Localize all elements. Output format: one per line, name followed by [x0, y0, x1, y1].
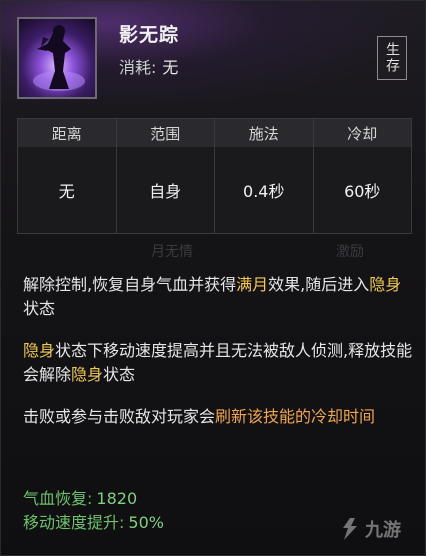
stats-table: 距离 范围 施法 冷却 无 自身 0.4秒 60秒 — [17, 118, 412, 234]
cost-row: 消耗: 无 — [119, 54, 178, 78]
description-text: 击败或参与击败敌对玩家会 — [23, 407, 216, 426]
stats-value-cooldown: 60秒 — [344, 182, 381, 201]
stats-value-row: 无 自身 0.4秒 60秒 — [18, 147, 411, 233]
stats-header-range: 距离 — [18, 119, 117, 147]
skill-name: 影无踪 — [119, 24, 180, 46]
stats-value-cast: 0.4秒 — [215, 147, 314, 233]
jiuyou-logo-icon — [343, 518, 357, 540]
cost-value: 无 — [162, 58, 179, 77]
description-text: 解除控制,恢复自身气血并获得 — [23, 275, 237, 294]
highlight-keyword: 满月 — [236, 275, 269, 294]
highlight-keyword: 刷新该技能的冷却时间 — [215, 407, 376, 426]
skill-tooltip: 影无踪 消耗: 无 生存 距离 范围 施法 冷却 无 自身 0.4秒 60秒 月无… — [0, 0, 426, 556]
stats-header-area: 范围 — [117, 119, 215, 147]
skill-description: 解除控制,恢复自身气血并获得满月效果,随后进入隐身状态 隐身状态下移动速度提高并… — [23, 273, 413, 447]
skill-type-tag: 生存 — [377, 36, 407, 80]
watermark: 九游 — [337, 511, 421, 547]
attribute-value: 1820 — [96, 489, 138, 508]
description-text: 状态 — [23, 299, 56, 318]
faded-tabs: 月无情 激励 — [1, 241, 426, 263]
attribute-value: 50% — [128, 513, 164, 532]
highlight-keyword: 隐身 — [71, 365, 104, 384]
attribute-move-speed: 移动速度提升: 50% — [23, 509, 164, 533]
description-paragraph-2: 隐身状态下移动速度提高并且无法被敌人侦测,释放技能会解除隐身状态 — [23, 339, 413, 387]
attribute-label: 移动速度提升: — [23, 513, 125, 532]
highlight-keyword: 隐身 — [369, 275, 402, 294]
stats-value-range: 无 — [18, 147, 117, 233]
watermark-text: 九游 — [365, 520, 401, 541]
cost-label: 消耗: — [119, 58, 157, 77]
attribute-hp-regen: 气血恢复: 1820 — [23, 485, 137, 509]
attribute-label: 气血恢复: — [23, 489, 93, 508]
highlight-keyword: 隐身 — [23, 341, 56, 360]
description-paragraph-3: 击败或参与击败敌对玩家会刷新该技能的冷却时间 — [23, 405, 413, 429]
faded-tab-2: 激励 — [336, 244, 364, 260]
description-text: 效果,随后进入 — [268, 275, 370, 294]
faded-tab-1: 月无情 — [151, 244, 193, 260]
stats-header-row: 距离 范围 施法 冷却 — [18, 119, 411, 147]
description-text: 状态 — [103, 365, 136, 384]
stats-header-cooldown: 冷却 — [347, 124, 378, 143]
stats-header-cast: 施法 — [215, 119, 314, 147]
shadow-figure-icon — [17, 17, 97, 99]
description-paragraph-1: 解除控制,恢复自身气血并获得满月效果,随后进入隐身状态 — [23, 273, 413, 321]
stats-value-area: 自身 — [117, 147, 215, 233]
